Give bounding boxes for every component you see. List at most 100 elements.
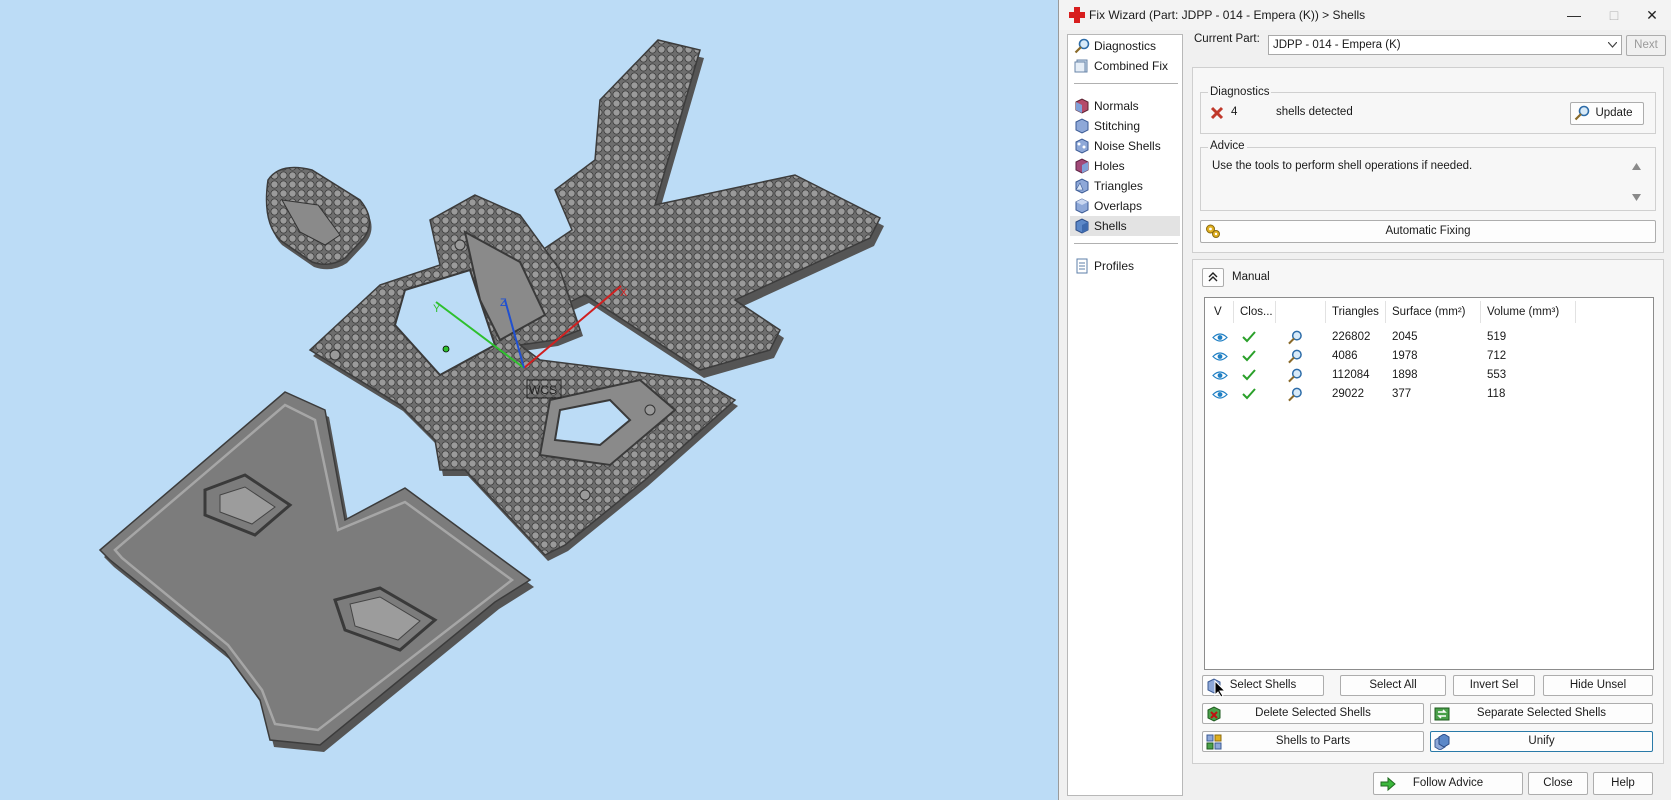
volume-cell: 553 xyxy=(1487,369,1507,381)
separate-selected-shells-button[interactable]: Separate Selected Shells xyxy=(1430,703,1653,724)
nav-label: Diagnostics xyxy=(1094,39,1157,53)
shells-to-parts-icon xyxy=(1206,734,1222,750)
chevron-down-icon xyxy=(1608,42,1617,48)
minimize-button[interactable]: — xyxy=(1559,4,1589,26)
zoom-to-shell-icon[interactable] xyxy=(1287,368,1303,383)
current-part-value: JDPP - 014 - Empera (K) xyxy=(1273,39,1401,51)
nav-label: Overlaps xyxy=(1094,199,1143,213)
nav-item-overlaps[interactable]: Overlaps xyxy=(1070,196,1180,216)
mouse-cursor-icon xyxy=(1214,680,1226,698)
check-icon xyxy=(1242,331,1256,343)
3d-viewport[interactable]: X Y Z WCS xyxy=(0,0,1058,800)
advice-title: Advice xyxy=(1208,140,1247,152)
volume-cell: 118 xyxy=(1487,388,1506,400)
nav-label: Holes xyxy=(1094,159,1125,173)
separate-shells-icon xyxy=(1434,707,1450,721)
nav-divider xyxy=(1074,243,1178,244)
scroll-up-icon[interactable] xyxy=(1632,163,1641,170)
nav-item-holes[interactable]: Holes xyxy=(1070,156,1180,176)
zoom-to-shell-icon[interactable] xyxy=(1287,330,1303,345)
triangles-icon xyxy=(1075,178,1089,194)
zoom-to-shell-icon[interactable] xyxy=(1287,349,1303,364)
wizard-nav: Diagnostics Combined Fix Normals Stitchi… xyxy=(1067,34,1183,796)
error-x-icon xyxy=(1210,106,1224,120)
unify-button[interactable]: Unify xyxy=(1430,731,1653,752)
gears-icon xyxy=(1206,224,1220,238)
close-button[interactable]: Close xyxy=(1528,772,1588,795)
holes-icon xyxy=(1075,158,1089,174)
shells-to-parts-button[interactable]: Shells to Parts xyxy=(1202,731,1424,752)
surface-cell: 377 xyxy=(1392,388,1412,400)
eye-icon[interactable] xyxy=(1212,351,1228,362)
volume-cell: 712 xyxy=(1487,350,1507,362)
nav-divider xyxy=(1074,83,1178,84)
noise-shells-icon xyxy=(1075,138,1089,154)
invert-sel-button[interactable]: Invert Sel xyxy=(1453,675,1535,696)
table-row[interactable]: 4086 1978 712 xyxy=(1205,347,1653,366)
wcs-label: WCS xyxy=(529,383,557,397)
diagnostics-title: Diagnostics xyxy=(1208,86,1272,98)
nav-item-shells[interactable]: Shells xyxy=(1070,216,1180,236)
close-window-button[interactable]: ✕ xyxy=(1637,4,1667,26)
magnifier-icon xyxy=(1074,38,1090,54)
axis-x-label: X xyxy=(620,287,628,299)
current-part-select[interactable]: JDPP - 014 - Empera (K) xyxy=(1268,35,1622,55)
zoom-to-shell-icon[interactable] xyxy=(1287,387,1303,402)
profiles-icon xyxy=(1076,258,1088,274)
select-all-button[interactable]: Select All xyxy=(1340,675,1446,696)
model-scene: X Y Z WCS xyxy=(98,39,884,752)
next-button[interactable]: Next xyxy=(1626,35,1666,56)
follow-advice-label: Follow Advice xyxy=(1412,777,1484,789)
column-header-surface[interactable]: Surface (mm²) xyxy=(1386,301,1481,323)
nav-item-normals[interactable]: Normals xyxy=(1070,96,1180,116)
magnifier-icon xyxy=(1574,105,1590,121)
unify-icon xyxy=(1434,734,1450,750)
ring-piece xyxy=(265,166,372,270)
nav-item-stitching[interactable]: Stitching xyxy=(1070,116,1180,136)
column-header-visible[interactable]: V xyxy=(1208,301,1234,323)
maximize-button[interactable]: □ xyxy=(1599,4,1629,26)
scroll-down-icon[interactable] xyxy=(1632,194,1641,201)
stitching-icon xyxy=(1075,118,1089,134)
update-label: Update xyxy=(1595,107,1633,119)
shells-table: V Clos... Triangles Surface (mm²) Volume… xyxy=(1204,297,1654,670)
collapse-manual-button[interactable] xyxy=(1202,268,1224,287)
column-header-triangles[interactable]: Triangles xyxy=(1326,301,1386,323)
nav-item-noise-shells[interactable]: Noise Shells xyxy=(1070,136,1180,156)
combined-fix-icon xyxy=(1074,59,1088,73)
update-button[interactable]: Update xyxy=(1570,102,1644,125)
double-chevron-up-icon xyxy=(1208,272,1218,282)
column-header-volume[interactable]: Volume (mm³) xyxy=(1481,301,1576,323)
arrow-right-icon xyxy=(1380,776,1396,792)
eye-icon[interactable] xyxy=(1212,370,1228,381)
column-header-zoom[interactable] xyxy=(1276,301,1326,323)
surface-cell: 2045 xyxy=(1392,331,1418,343)
triangles-cell: 4086 xyxy=(1332,350,1358,362)
eye-icon[interactable] xyxy=(1212,389,1228,400)
hide-unsel-button[interactable]: Hide Unsel xyxy=(1543,675,1653,696)
unify-label: Unify xyxy=(1528,735,1555,747)
separate-selected-label: Separate Selected Shells xyxy=(1476,707,1607,719)
shells-to-parts-label: Shells to Parts xyxy=(1275,735,1351,747)
table-row[interactable]: 226802 2045 519 xyxy=(1205,328,1653,347)
follow-advice-button[interactable]: Follow Advice xyxy=(1373,772,1523,795)
volume-cell: 519 xyxy=(1487,331,1507,343)
delete-selected-shells-button[interactable]: Delete Selected Shells xyxy=(1202,703,1424,724)
nav-item-triangles[interactable]: Triangles xyxy=(1070,176,1180,196)
help-button[interactable]: Help xyxy=(1593,772,1653,795)
eye-icon[interactable] xyxy=(1212,332,1228,343)
automatic-fixing-button[interactable]: Automatic Fixing xyxy=(1200,220,1656,243)
nav-item-profiles[interactable]: Profiles xyxy=(1070,256,1180,276)
nav-item-diagnostics[interactable]: Diagnostics xyxy=(1070,36,1180,56)
delete-selected-label: Delete Selected Shells xyxy=(1255,707,1371,719)
overlaps-icon xyxy=(1075,198,1089,214)
table-row[interactable]: 112084 1898 553 xyxy=(1205,366,1653,385)
table-row[interactable]: 29022 377 118 xyxy=(1205,385,1653,404)
surface-cell: 1978 xyxy=(1392,350,1418,362)
shells-icon xyxy=(1075,218,1089,234)
nav-label: Normals xyxy=(1094,99,1139,113)
nav-label: Noise Shells xyxy=(1094,139,1161,153)
nav-label: Combined Fix xyxy=(1094,59,1169,73)
nav-item-combined-fix[interactable]: Combined Fix xyxy=(1070,56,1180,76)
column-header-closed[interactable]: Clos... xyxy=(1234,301,1276,323)
